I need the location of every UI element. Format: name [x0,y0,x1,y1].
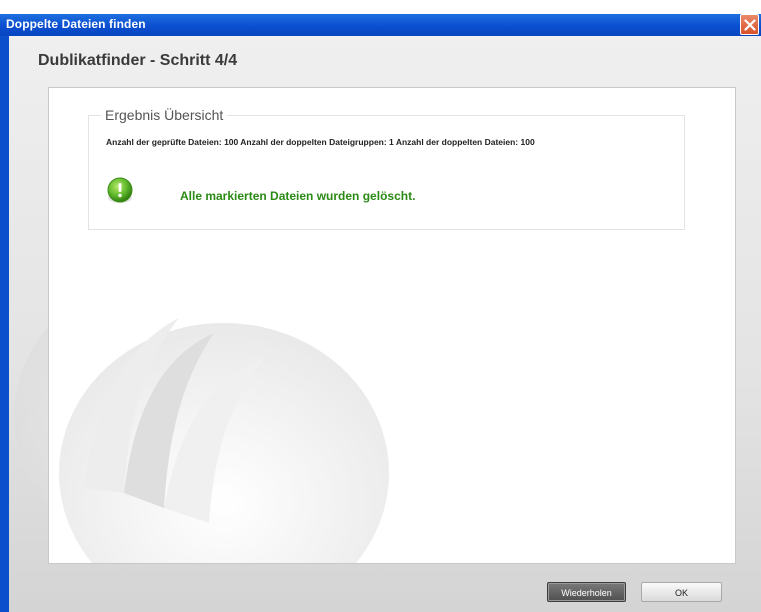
window-title: Doppelte Dateien finden [6,17,146,31]
exclamation-icon [107,177,133,203]
title-bar[interactable]: Doppelte Dateien finden [0,14,761,36]
window-border-left [0,36,9,612]
result-summary-legend: Ergebnis Übersicht [101,107,228,123]
dialog-content: Dublikatfinder - Schritt 4/4 Ergebnis Üb… [9,36,761,612]
result-panel: Ergebnis Übersicht Anzahl der geprüfte D… [48,87,736,564]
panel-watermark [59,318,389,563]
repeat-button[interactable]: Wiederholen [547,582,626,602]
wizard-heading: Dublikatfinder - Schritt 4/4 [38,52,238,69]
close-icon [744,19,756,31]
ok-button[interactable]: OK [641,582,722,602]
close-button[interactable] [740,14,759,35]
status-message: Alle markierten Dateien wurden gelöscht. [180,189,416,203]
result-summary-group: Ergebnis Übersicht Anzahl der geprüfte D… [88,107,685,230]
top-strip [0,0,761,14]
dialog-window: Doppelte Dateien finden Dublikatfinder -… [0,0,761,612]
result-statistics: Anzahl der geprüfte Dateien: 100 Anzahl … [106,137,535,147]
